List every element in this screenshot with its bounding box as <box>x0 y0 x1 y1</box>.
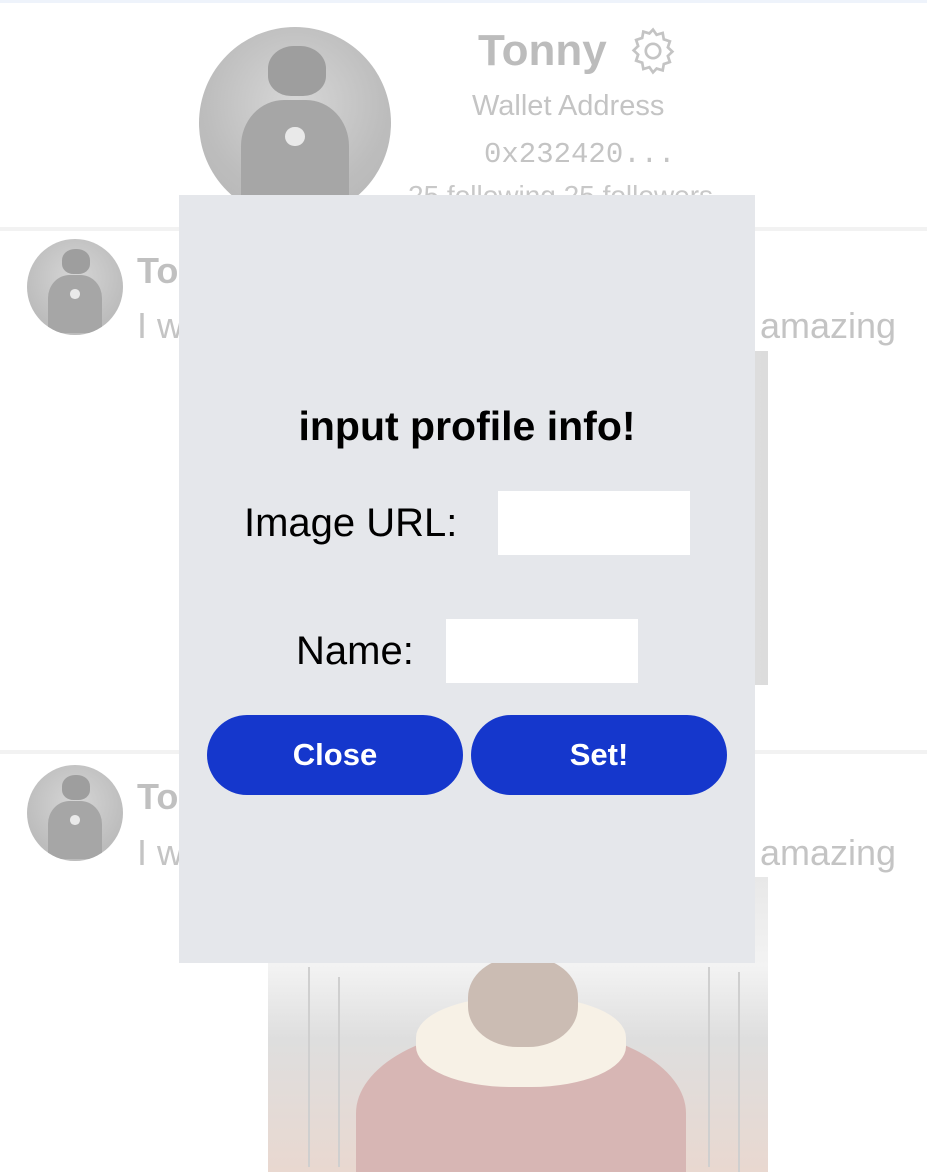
post-text-tail: amazing <box>760 832 897 873</box>
profile-avatar <box>199 27 391 219</box>
post-text: I w <box>137 832 184 873</box>
image-url-input[interactable] <box>498 491 690 555</box>
modal-title: input profile info! <box>298 403 636 449</box>
post-text-tail: amazing <box>760 305 897 346</box>
name-input[interactable] <box>446 619 638 683</box>
settings-gear-icon[interactable] <box>626 24 680 78</box>
image-url-label: Image URL: <box>244 501 458 545</box>
post-text: I w <box>137 305 184 346</box>
post-avatar <box>27 239 123 335</box>
follow-counts: 25 following 25 followers <box>408 180 714 196</box>
top-border <box>0 0 927 3</box>
name-label: Name: <box>296 629 414 673</box>
post-avatar <box>27 765 123 861</box>
wallet-address-value: 0x232420... <box>484 138 676 171</box>
profile-info-modal: input profile info! Image URL: Name: Clo… <box>179 195 755 963</box>
profile-name: Tonny <box>478 26 607 75</box>
wallet-address-label: Wallet Address <box>472 90 665 122</box>
close-button[interactable]: Close <box>207 715 463 795</box>
set-button[interactable]: Set! <box>471 715 727 795</box>
